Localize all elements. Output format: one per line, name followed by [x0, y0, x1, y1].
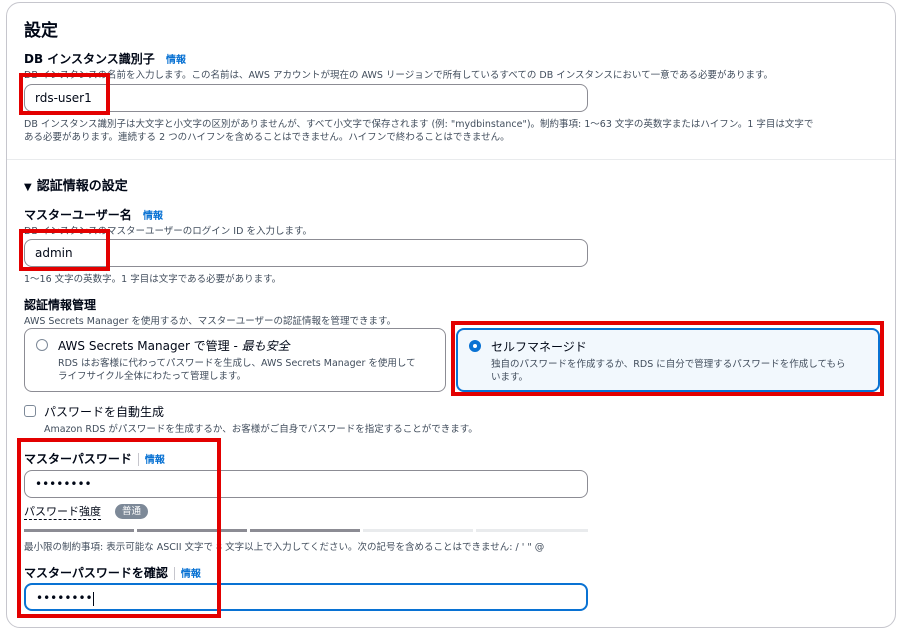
secrets-manager-title-emphasis: 最も安全: [241, 339, 290, 353]
db-identifier-input[interactable]: rds-user1: [24, 84, 588, 112]
master-username-input[interactable]: admin: [24, 239, 588, 267]
master-username-description: DB インスタンスのマスターユーザーのログイン ID を入力します。: [24, 226, 312, 237]
settings-panel: 設定 DB インスタンス識別子 情報 DB インスタンスの名前を入力します。この…: [6, 2, 896, 628]
master-password-input[interactable]: ••••••••: [24, 470, 588, 498]
credential-management-label: 認証情報管理: [24, 298, 97, 312]
auto-generate-checkbox[interactable]: [24, 405, 36, 417]
strength-bar-segment: [250, 529, 360, 532]
master-password-label-text: マスターパスワード: [24, 452, 132, 466]
divider: [7, 159, 895, 160]
caret-down-icon: ▼: [24, 182, 32, 193]
self-managed-desc-1: 独自のパスワードを作成するか、RDS に自分で管理するパスワードを作成してもら: [491, 359, 846, 370]
confirm-password-value: ••••••••: [36, 591, 93, 605]
master-username-label-text: マスターユーザー名: [24, 208, 132, 222]
master-username-constraint: 1〜16 文字の英数字。1 字目は文字である必要があります。: [24, 274, 282, 285]
credential-management-description: AWS Secrets Manager を使用するか、マスターユーザーの認証情報…: [24, 316, 397, 327]
auto-generate-label[interactable]: パスワードを自動生成: [44, 403, 164, 420]
secrets-manager-desc-1: RDS はお客様に代わってパスワードを生成し、AWS Secrets Manag…: [58, 358, 416, 369]
confirm-password-input[interactable]: ••••••••: [24, 583, 588, 611]
master-password-constraint: 最小限の制約事項: 表示可能な ASCII 文字で 8 文字以上で入力してくださ…: [24, 542, 545, 553]
secrets-manager-desc-2: ライフサイクル全体にわたって管理します。: [58, 371, 247, 382]
master-password-info-link[interactable]: 情報: [145, 455, 165, 466]
password-strength-label[interactable]: パスワード強度: [24, 505, 101, 520]
db-identifier-label-text: DB インスタンス識別子: [24, 52, 155, 66]
self-managed-desc-2: います。: [491, 372, 529, 383]
secrets-manager-radio[interactable]: [36, 339, 48, 351]
master-username-label: マスターユーザー名 情報: [24, 206, 163, 223]
option-secrets-manager-card[interactable]: AWS Secrets Manager で管理 - 最も安全 RDS はお客様に…: [24, 328, 446, 392]
password-strength-badge: 普通: [115, 504, 149, 519]
self-managed-radio[interactable]: [469, 340, 481, 352]
section-title: 設定: [24, 21, 58, 41]
text-cursor: [92, 591, 94, 606]
db-identifier-description: DB インスタンスの名前を入力します。この名前は、AWS アカウントが現在の A…: [24, 70, 774, 81]
secrets-manager-title-text: AWS Secrets Manager で管理 -: [58, 339, 242, 353]
db-identifier-label: DB インスタンス識別子 情報: [24, 50, 186, 67]
confirm-password-label-text: マスターパスワードを確認: [24, 566, 168, 580]
db-identifier-constraint-2: ある必要があります。連続する 2 つのハイフンを含めることはできません。ハイフン…: [24, 132, 510, 143]
strength-bar-segment: [476, 529, 588, 532]
credentials-section-toggle[interactable]: ▼ 認証情報の設定: [24, 175, 128, 194]
strength-bar-segment: [24, 529, 134, 532]
db-identifier-info-link[interactable]: 情報: [166, 55, 186, 66]
strength-bar-segment: [363, 529, 473, 532]
separator: [173, 567, 175, 580]
secrets-manager-title: AWS Secrets Manager で管理 - 最も安全: [58, 337, 290, 354]
db-identifier-constraint-1: DB インスタンス識別子は大文字と小文字の区別がありませんが、すべて小文字で保存…: [24, 119, 814, 130]
credentials-section-title: 認証情報の設定: [36, 179, 128, 194]
separator: [137, 453, 139, 466]
option-self-managed-card[interactable]: セルフマネージド 独自のパスワードを作成するか、RDS に自分で管理するパスワー…: [456, 328, 880, 392]
master-password-label: マスターパスワード 情報: [24, 450, 165, 467]
confirm-password-label: マスターパスワードを確認 情報: [24, 564, 201, 581]
master-username-info-link[interactable]: 情報: [143, 211, 163, 222]
strength-bar-segment: [137, 529, 247, 532]
auto-generate-description: Amazon RDS がパスワードを生成するか、お客様がご自身でパスワードを指定…: [44, 424, 478, 435]
self-managed-title: セルフマネージド: [491, 340, 587, 354]
confirm-password-info-link[interactable]: 情報: [181, 569, 201, 580]
